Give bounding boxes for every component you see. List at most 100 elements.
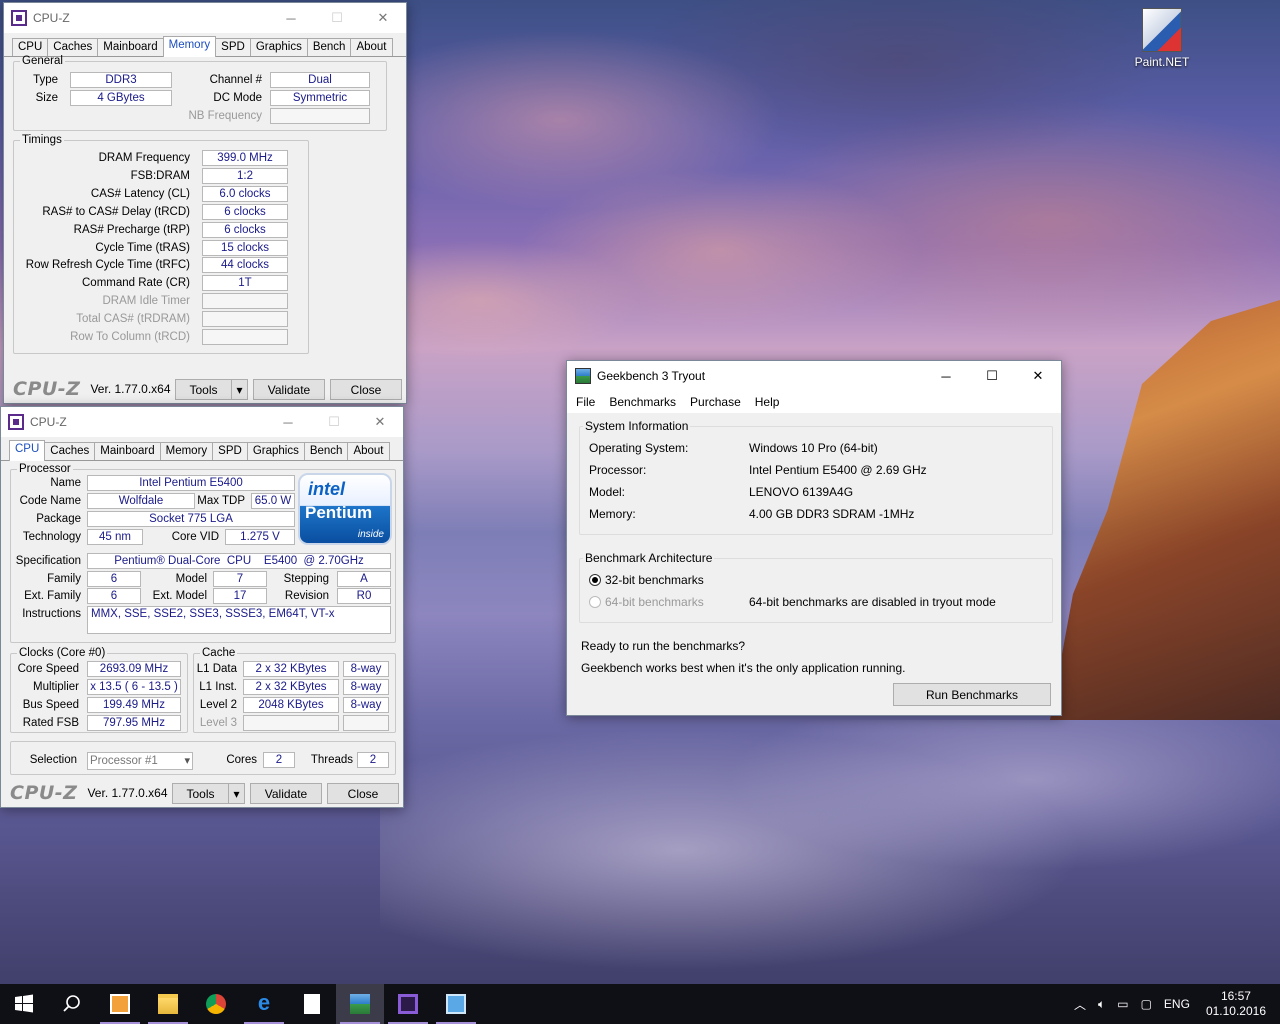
taskbar-app-explorer[interactable] <box>144 984 192 1024</box>
taskbar-app-document[interactable] <box>288 984 336 1024</box>
window-title: Geekbench 3 Tryout <box>597 369 706 383</box>
tray-chevron-up-icon[interactable]: ︿ <box>1074 996 1086 1013</box>
timing-label: Total CAS# (tRDRAM) <box>76 313 190 326</box>
cpuz-brand: CPU-Z <box>13 378 81 400</box>
core-vid-label: Core VID <box>171 531 219 543</box>
tab-cpu[interactable]: CPU <box>9 440 46 461</box>
multiplier-value: x 13.5 ( 6 - 13.5 ) <box>87 679 181 695</box>
minimize-button[interactable]: ─ <box>265 407 311 437</box>
tools-button[interactable]: Tools <box>175 379 232 400</box>
network-icon[interactable]: ▭ <box>1117 997 1128 1011</box>
edge-icon: e <box>257 990 271 1015</box>
cores-label: Cores <box>226 754 257 766</box>
radio-32bit[interactable] <box>589 574 601 586</box>
tab-about[interactable]: About <box>350 38 393 56</box>
family-label: Family <box>47 573 81 585</box>
max-tdp-label: Max TDP <box>197 495 245 507</box>
tab-spd[interactable]: SPD <box>212 442 248 460</box>
tab-spd[interactable]: SPD <box>215 38 251 56</box>
name-label: Name <box>50 477 81 489</box>
type-label: Type <box>33 74 58 86</box>
tab-memory[interactable]: Memory <box>159 442 214 460</box>
l1-inst-ways: 8-way <box>343 679 389 695</box>
cpuz-icon <box>398 994 418 1014</box>
taskbar-app-window[interactable] <box>432 984 480 1024</box>
family-value: 6 <box>87 571 141 587</box>
radio-64bit <box>589 596 601 608</box>
nb-frequency-label: NB Frequency <box>188 110 262 122</box>
timing-value: 399.0 MHz <box>202 150 288 166</box>
bus-speed-value: 199.49 MHz <box>87 697 181 713</box>
timing-label: Row To Column (tRCD) <box>70 331 190 343</box>
title-bar[interactable]: CPU-Z ─ ☐ ✕ <box>1 407 403 437</box>
maximize-button[interactable]: ☐ <box>969 361 1015 391</box>
tab-bench[interactable]: Bench <box>306 38 352 56</box>
title-bar[interactable]: Geekbench 3 Tryout ─ ☐ ✕ <box>567 361 1061 391</box>
system-information-heading: System Information <box>583 419 691 433</box>
search-button[interactable] <box>48 984 96 1024</box>
validate-button[interactable]: Validate <box>253 379 325 400</box>
close-icon[interactable]: ✕ <box>1015 361 1061 391</box>
intel-pentium-logo: intel Pentium inside <box>298 473 392 545</box>
taskbar-app-cpuz[interactable] <box>384 984 432 1024</box>
tab-caches[interactable]: Caches <box>47 38 99 56</box>
tools-dropdown-icon[interactable]: ▾ <box>228 783 245 804</box>
tab-graphics[interactable]: Graphics <box>249 38 308 56</box>
minimize-button[interactable]: ─ <box>268 3 314 33</box>
close-icon[interactable]: ✕ <box>360 3 406 33</box>
close-button[interactable]: Close <box>330 379 402 400</box>
wallpaper-surf <box>380 720 1280 990</box>
tab-memory[interactable]: Memory <box>162 36 217 57</box>
menu-benchmarks[interactable]: Benchmarks <box>602 395 683 409</box>
timing-value: 1:2 <box>202 167 288 184</box>
timing-value <box>202 293 288 310</box>
hint-text: Geekbench works best when it's the only … <box>581 661 906 675</box>
taskbar-app-edge[interactable]: e <box>240 984 288 1024</box>
cpuz-icon <box>11 10 27 26</box>
cpuz-memory-window: CPU-Z ─ ☐ ✕ CPU Caches Mainboard Memory SP… <box>3 2 407 404</box>
tab-bench[interactable]: Bench <box>303 442 349 460</box>
tab-mainboard[interactable]: Mainboard <box>94 442 161 460</box>
system-tray: ︿ 🔈︎ ▭ ▢ ENG 16:57 01.10.2016 <box>1068 984 1280 1024</box>
language-indicator[interactable]: ENG <box>1164 997 1190 1011</box>
version-text: Ver. 1.77.0.x64 <box>90 382 171 396</box>
tab-graphics[interactable]: Graphics <box>246 442 305 460</box>
label-64bit: 64-bit benchmarks <box>605 595 704 609</box>
clock[interactable]: 16:57 01.10.2016 <box>1206 989 1266 1019</box>
tab-cpu[interactable]: CPU <box>12 38 49 56</box>
timing-label: DRAM Frequency <box>98 152 190 164</box>
tab-caches[interactable]: Caches <box>44 442 96 460</box>
minimize-button[interactable]: ─ <box>923 361 969 391</box>
tab-mainboard[interactable]: Mainboard <box>97 38 164 56</box>
windows-logo-icon <box>15 994 33 1013</box>
close-button[interactable]: Close <box>327 783 399 804</box>
package-value: Socket 775 LGA <box>87 511 295 527</box>
taskbar-app-geekbench[interactable] <box>336 984 384 1024</box>
menu-purchase[interactable]: Purchase <box>683 395 748 409</box>
l1-inst-value: 2 x 32 KBytes <box>243 679 339 695</box>
close-icon[interactable]: ✕ <box>357 407 403 437</box>
menu-file[interactable]: File <box>569 395 602 409</box>
instructions-value: MMX, SSE, SSE2, SSE3, SSSE3, EM64T, VT-x <box>87 606 391 634</box>
title-bar[interactable]: CPU-Z ─ ☐ ✕ <box>4 3 406 33</box>
search-icon <box>63 995 80 1012</box>
volume-icon[interactable]: 🔈︎ <box>1098 997 1105 1012</box>
label-32bit[interactable]: 32-bit benchmarks <box>605 573 704 587</box>
tab-about[interactable]: About <box>347 442 390 460</box>
sysinfo-label: Model: <box>589 485 626 499</box>
taskbar-app-chrome[interactable] <box>192 984 240 1024</box>
taskbar-app-notes[interactable] <box>96 984 144 1024</box>
run-benchmarks-button[interactable]: Run Benchmarks <box>893 683 1051 706</box>
threads-value: 2 <box>357 752 389 768</box>
menu-help[interactable]: Help <box>748 395 787 409</box>
processor-select[interactable]: Processor #1 <box>87 752 193 770</box>
start-button[interactable] <box>0 984 48 1024</box>
validate-button[interactable]: Validate <box>250 783 322 804</box>
tools-dropdown-icon[interactable]: ▾ <box>231 379 248 400</box>
timing-label: RAS# Precharge (tRP) <box>73 223 190 236</box>
tools-button[interactable]: Tools <box>172 783 229 804</box>
desktop-icon-paintnet[interactable]: Paint.NET <box>1128 8 1196 69</box>
action-center-icon[interactable]: ▢ <box>1141 997 1152 1011</box>
sysinfo-label: Processor: <box>589 463 647 477</box>
ext-model-value: 17 <box>213 588 267 604</box>
